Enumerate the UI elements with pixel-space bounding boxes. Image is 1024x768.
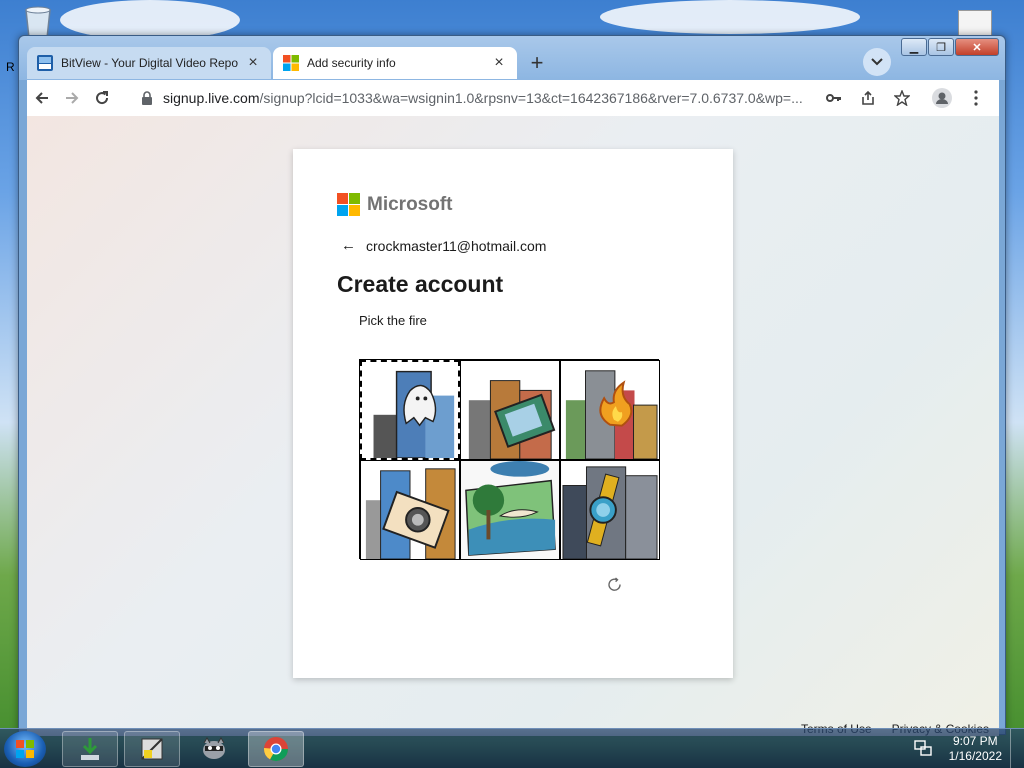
desktop-cloud	[60, 0, 240, 40]
tab-bitview[interactable]: BitView - Your Digital Video Repo ×	[27, 47, 271, 79]
profile-icon	[932, 88, 952, 108]
microsoft-favicon-icon	[283, 55, 299, 71]
clock-time: 9:07 PM	[952, 734, 998, 748]
forward-button[interactable]	[57, 83, 87, 113]
menu-button[interactable]	[961, 83, 991, 113]
more-vert-icon	[974, 90, 978, 106]
url-host: signup.live.com	[163, 90, 260, 106]
loading-spinner-icon	[608, 577, 621, 591]
maximize-button[interactable]: ❐	[928, 38, 954, 56]
reload-button[interactable]	[87, 83, 117, 113]
puzzle-tile-fire[interactable]	[560, 360, 660, 460]
address-bar[interactable]: signup.live.com /signup?lcid=1033&wa=wsi…	[137, 84, 827, 112]
taskbar-app-utility[interactable]	[124, 731, 180, 767]
puzzle-tile-photo[interactable]	[460, 360, 560, 460]
raccoon-icon	[203, 737, 225, 759]
close-window-button[interactable]: ✕	[955, 38, 999, 56]
microsoft-logo-icon	[337, 193, 360, 216]
minimize-button[interactable]: ▁	[901, 38, 927, 56]
start-button[interactable]	[4, 731, 46, 767]
ghost-tile-icon	[373, 370, 455, 458]
url-path: /signup?lcid=1033&wa=wsignin1.0&rpsnv=13…	[259, 90, 803, 106]
puzzle-tile-bird[interactable]	[460, 460, 560, 560]
puzzle-instruction: Pick the fire	[359, 313, 427, 328]
chevron-down-icon	[871, 58, 883, 66]
tab-add-security-info[interactable]: Add security info ×	[273, 47, 517, 79]
bird-tile-icon	[461, 461, 559, 559]
tab-label: Add security info	[307, 56, 396, 70]
tab-strip: BitView - Your Digital Video Repo × Add …	[19, 36, 1005, 80]
profile-button[interactable]	[927, 83, 957, 113]
new-tab-button[interactable]: +	[523, 50, 551, 78]
taskbar: 9:07 PM 1/16/2022	[0, 728, 1024, 768]
taskbar-app-raccoon[interactable]	[186, 731, 242, 767]
identity-banner: ← crockmaster11@hotmail.com	[341, 237, 546, 254]
puzzle-grid	[359, 359, 660, 560]
back-arrow-icon	[35, 92, 48, 104]
puzzle-tile-camera[interactable]	[360, 460, 460, 560]
back-button[interactable]	[27, 83, 57, 113]
puzzle-tile-watch[interactable]	[560, 460, 660, 560]
chrome-icon	[264, 737, 288, 762]
download-icon	[81, 738, 99, 760]
taskbar-app-downloader[interactable]	[62, 731, 118, 767]
show-desktop-button[interactable]	[1010, 729, 1024, 768]
toolbar-actions	[815, 83, 991, 113]
password-key-button[interactable]	[819, 83, 849, 113]
utility-app-icon	[141, 738, 163, 760]
network-icon[interactable]	[914, 740, 932, 756]
share-button[interactable]	[853, 83, 883, 113]
star-icon	[894, 90, 910, 106]
share-icon	[862, 90, 874, 105]
windows-logo-icon	[16, 740, 34, 758]
identity-email: crockmaster11@hotmail.com	[366, 237, 547, 254]
clock-date: 1/16/2022	[948, 749, 1002, 763]
close-tab-icon[interactable]: ×	[245, 54, 261, 72]
system-clock[interactable]: 9:07 PM 1/16/2022	[949, 734, 1002, 764]
desktop-icon-label: R	[6, 60, 15, 74]
watch-tile-icon	[562, 466, 658, 559]
tab-search-button[interactable]	[863, 48, 891, 76]
photo-tile-icon	[468, 380, 556, 459]
page-title: Create account	[337, 271, 504, 297]
signup-card: Microsoft ← crockmaster11@hotmail.com Cr…	[293, 149, 733, 678]
puzzle-tile-ghost[interactable]	[360, 360, 460, 460]
forward-arrow-icon	[66, 92, 79, 104]
bookmark-button[interactable]	[887, 83, 917, 113]
key-icon	[826, 94, 841, 102]
camera-tile-icon	[365, 468, 456, 559]
browser-window: BitView - Your Digital Video Repo × Add …	[18, 35, 1006, 736]
tab-label: BitView - Your Digital Video Repo	[61, 56, 238, 70]
brand-name: Microsoft	[367, 193, 453, 215]
browser-toolbar: signup.live.com /signup?lcid=1033&wa=wsi…	[27, 80, 999, 116]
window-controls: ▁ ❐ ✕	[901, 38, 1000, 56]
microsoft-logo: Microsoft	[337, 193, 453, 216]
bitview-favicon-icon	[37, 55, 53, 71]
lock-icon	[142, 91, 152, 105]
page-viewport: Microsoft ← crockmaster11@hotmail.com Cr…	[27, 116, 999, 736]
back-arrow-icon[interactable]: ←	[341, 237, 356, 254]
close-tab-icon[interactable]: ×	[491, 54, 507, 72]
reload-icon	[96, 91, 109, 105]
fire-tile-icon	[565, 370, 658, 459]
desktop-cloud	[600, 0, 860, 34]
taskbar-app-chrome[interactable]	[248, 731, 304, 767]
